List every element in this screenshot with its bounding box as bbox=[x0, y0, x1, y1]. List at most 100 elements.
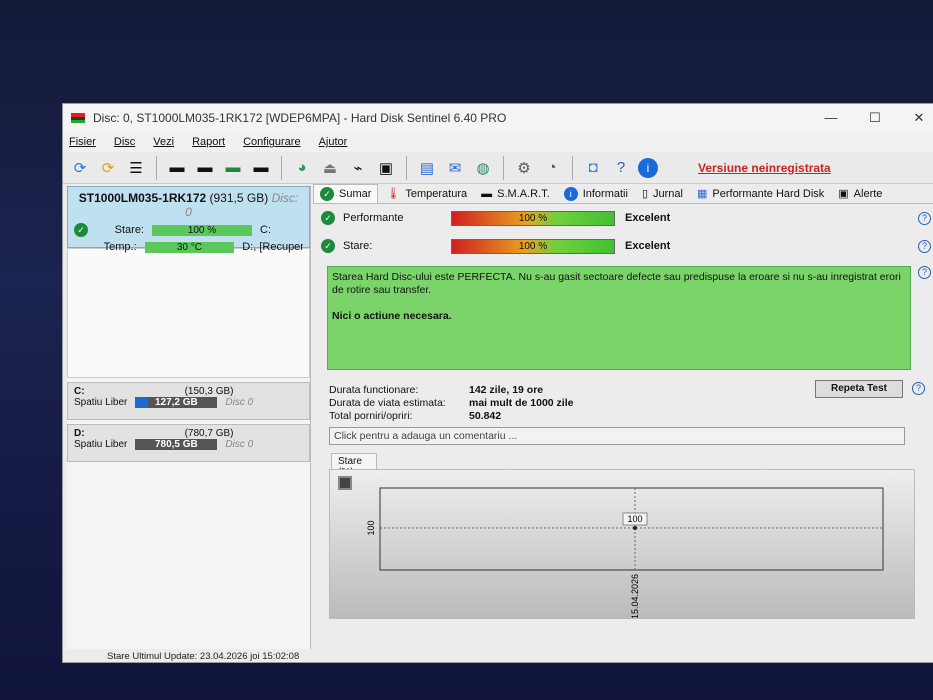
check-icon: ✓ bbox=[321, 239, 335, 253]
menu-raport[interactable]: Raport bbox=[192, 136, 225, 148]
unregistered-link[interactable]: Versiune neinregistrata bbox=[698, 161, 831, 175]
disk-panel: ST1000LM035-1RK172 (931,5 GB) Disc: 0 ✓ … bbox=[67, 186, 311, 649]
help-icon[interactable]: ? bbox=[610, 157, 632, 179]
metric-label: Stare: bbox=[343, 240, 373, 252]
backup-icon[interactable]: ▣ bbox=[375, 157, 397, 179]
minimize-button[interactable]: — bbox=[809, 110, 853, 126]
usb-icon[interactable]: ⌁ bbox=[347, 157, 369, 179]
temp-label: Temp.: bbox=[103, 241, 137, 253]
menu-disc[interactable]: Disc bbox=[114, 136, 135, 148]
tab-performante[interactable]: ▦ Performante Hard Disk bbox=[691, 184, 830, 203]
title-bar: Disc: 0, ST1000LM035-1RK172 [WDEP6MPA] -… bbox=[63, 104, 933, 132]
eject-icon[interactable]: ⏏ bbox=[319, 157, 341, 179]
chart-tab-stare[interactable]: Stare (%) bbox=[331, 453, 377, 478]
health-chart: 100 100 15.04.2026 bbox=[366, 487, 884, 619]
maximize-button[interactable]: ☐ bbox=[853, 110, 897, 126]
save-icon[interactable] bbox=[338, 476, 352, 490]
partition-d[interactable]: D: (780,7 GB) Spatiu Liber 780,5 GB Disc 0 bbox=[67, 424, 310, 462]
partition-c[interactable]: C: (150,3 GB) Spatiu Liber 127,2 GB Disc 0 bbox=[67, 382, 310, 420]
menu-bar: Fisier Disc Vezi Raport Configurare Ajut… bbox=[63, 132, 933, 152]
tab-label: Temperatura bbox=[405, 187, 468, 200]
refresh-warning-icon[interactable]: ⟳ bbox=[97, 157, 119, 179]
status-bar: Stare Ultimul Update: 23.04.2026 joi 15:… bbox=[107, 651, 300, 662]
network-disk-icon[interactable]: ◕ bbox=[291, 157, 313, 179]
help-icon[interactable]: ? bbox=[912, 382, 925, 395]
disk-item[interactable]: ST1000LM035-1RK172 (931,5 GB) Disc: 0 ✓ … bbox=[67, 186, 310, 253]
health-bar: 100 % bbox=[451, 238, 615, 254]
report-icon[interactable]: ▤ bbox=[416, 157, 438, 179]
comment-input[interactable]: Click pentru a adauga un comentariu ... bbox=[329, 427, 905, 445]
disk-list-icon[interactable]: ☰ bbox=[125, 157, 147, 179]
help-icon[interactable]: ? bbox=[918, 211, 931, 225]
tab-sumar[interactable]: ✓ Sumar bbox=[313, 184, 379, 203]
data-point bbox=[633, 526, 637, 530]
disk-surface-icon[interactable]: ▬ bbox=[166, 157, 188, 179]
y-tick-label: 100 bbox=[366, 520, 376, 535]
disk-schedule-icon[interactable]: ▬ bbox=[194, 157, 216, 179]
menu-fisier[interactable]: Fisier bbox=[69, 136, 96, 148]
disk-search-icon[interactable]: ▬ bbox=[250, 157, 272, 179]
toolbar: ⟳ ⟳ ☰ ▬ ▬ ▬ ▬ ◕ ⏏ ⌁ ▣ ▤ ✉ ◍ ⚙ ◔ ◘ ? i Ve… bbox=[63, 152, 933, 184]
metric-rating: Excelent bbox=[625, 240, 671, 252]
sound-icon[interactable]: ◔ bbox=[541, 157, 563, 179]
status-message: Starea Hard Disc-ului este PERFECTA. Nu … bbox=[327, 266, 911, 370]
tab-label: S.M.A.R.T. bbox=[497, 187, 550, 200]
temp-bar: 30 °C bbox=[144, 241, 235, 253]
network-icon[interactable]: ◍ bbox=[472, 157, 494, 179]
thermometer-icon: 🌡 bbox=[386, 188, 401, 200]
disk-list-empty bbox=[67, 248, 310, 378]
tab-alerte[interactable]: ▣ Alerte bbox=[832, 184, 888, 203]
check-icon: ✓ bbox=[320, 187, 334, 201]
gear-icon[interactable]: ⚙ bbox=[513, 157, 535, 179]
disk-name: ST1000LM035-1RK172 bbox=[78, 191, 207, 205]
free-label: Spatiu Liber bbox=[74, 397, 128, 408]
info-icon: i bbox=[563, 186, 578, 201]
point-label: 100 bbox=[627, 514, 642, 524]
check-icon: ✓ bbox=[321, 211, 335, 225]
info-icon[interactable]: i bbox=[638, 157, 658, 178]
drive-d: D:, [Recupera bbox=[242, 241, 303, 253]
tab-jurnal[interactable]: ▯ Jurnal bbox=[636, 184, 689, 203]
screenshot-icon[interactable]: ◘ bbox=[582, 157, 604, 179]
menu-configurare[interactable]: Configurare bbox=[243, 136, 300, 148]
stare-label: Stare: bbox=[114, 224, 144, 236]
menu-vezi[interactable]: Vezi bbox=[153, 136, 174, 148]
info-key: Total porniri/opriri: bbox=[329, 410, 413, 422]
drive-c: C: bbox=[260, 224, 271, 236]
tab-label: Jurnal bbox=[653, 187, 683, 200]
chart-area: 100 100 15.04.2026 bbox=[329, 469, 915, 619]
tab-label: Performante Hard Disk bbox=[712, 187, 825, 200]
tab-bar: ✓ Sumar 🌡 Temperatura ▬ S.M.A.R.T. i Informa… bbox=[313, 184, 933, 204]
partition-size: (780,7 GB) bbox=[184, 428, 234, 439]
help-icon[interactable]: ? bbox=[918, 266, 931, 279]
free-label: Spatiu Liber bbox=[74, 439, 128, 450]
tab-informatii[interactable]: i Informatii bbox=[558, 184, 634, 203]
metric-label: Performante bbox=[343, 212, 404, 224]
refresh-icon[interactable]: ⟳ bbox=[69, 157, 91, 179]
plot-frame bbox=[379, 487, 884, 571]
app-icon bbox=[71, 113, 85, 123]
info-value: mai mult de 1000 zile bbox=[469, 397, 574, 409]
repeat-test-button[interactable]: Repeta Test bbox=[815, 380, 903, 398]
stare-bar: 100 % bbox=[152, 224, 252, 236]
menu-ajutor[interactable]: Ajutor bbox=[319, 136, 348, 148]
info-value: 142 zile, 19 ore bbox=[469, 384, 544, 396]
tab-label: Sumar bbox=[339, 188, 372, 200]
summary-panel: ✓ Sumar 🌡 Temperatura ▬ S.M.A.R.T. i Informa… bbox=[313, 184, 933, 649]
partition-size: (150,3 GB) bbox=[184, 386, 234, 397]
disk-check-icon[interactable]: ▬ bbox=[222, 157, 244, 179]
info-key: Durata functionare: bbox=[329, 384, 419, 396]
help-icon[interactable]: ? bbox=[918, 239, 931, 253]
alert-icon: ▣ bbox=[838, 188, 849, 200]
close-button[interactable]: ✕ bbox=[897, 110, 933, 126]
chart-icon: ▦ bbox=[696, 188, 708, 200]
tab-label: Alerte bbox=[853, 187, 883, 200]
tab-smart[interactable]: ▬ S.M.A.R.T. bbox=[475, 184, 556, 203]
disk-size: (931,5 GB) bbox=[209, 191, 269, 205]
check-icon: ✓ bbox=[74, 223, 88, 237]
x-tick-label: 15.04.2026 bbox=[630, 574, 640, 618]
message-text: Starea Hard Disc-ului este PERFECTA. Nu … bbox=[332, 271, 901, 296]
tab-temperatura[interactable]: 🌡 Temperatura bbox=[380, 184, 473, 203]
mail-icon[interactable]: ✉ bbox=[444, 157, 466, 179]
free-bar: 127,2 GB bbox=[135, 397, 218, 408]
